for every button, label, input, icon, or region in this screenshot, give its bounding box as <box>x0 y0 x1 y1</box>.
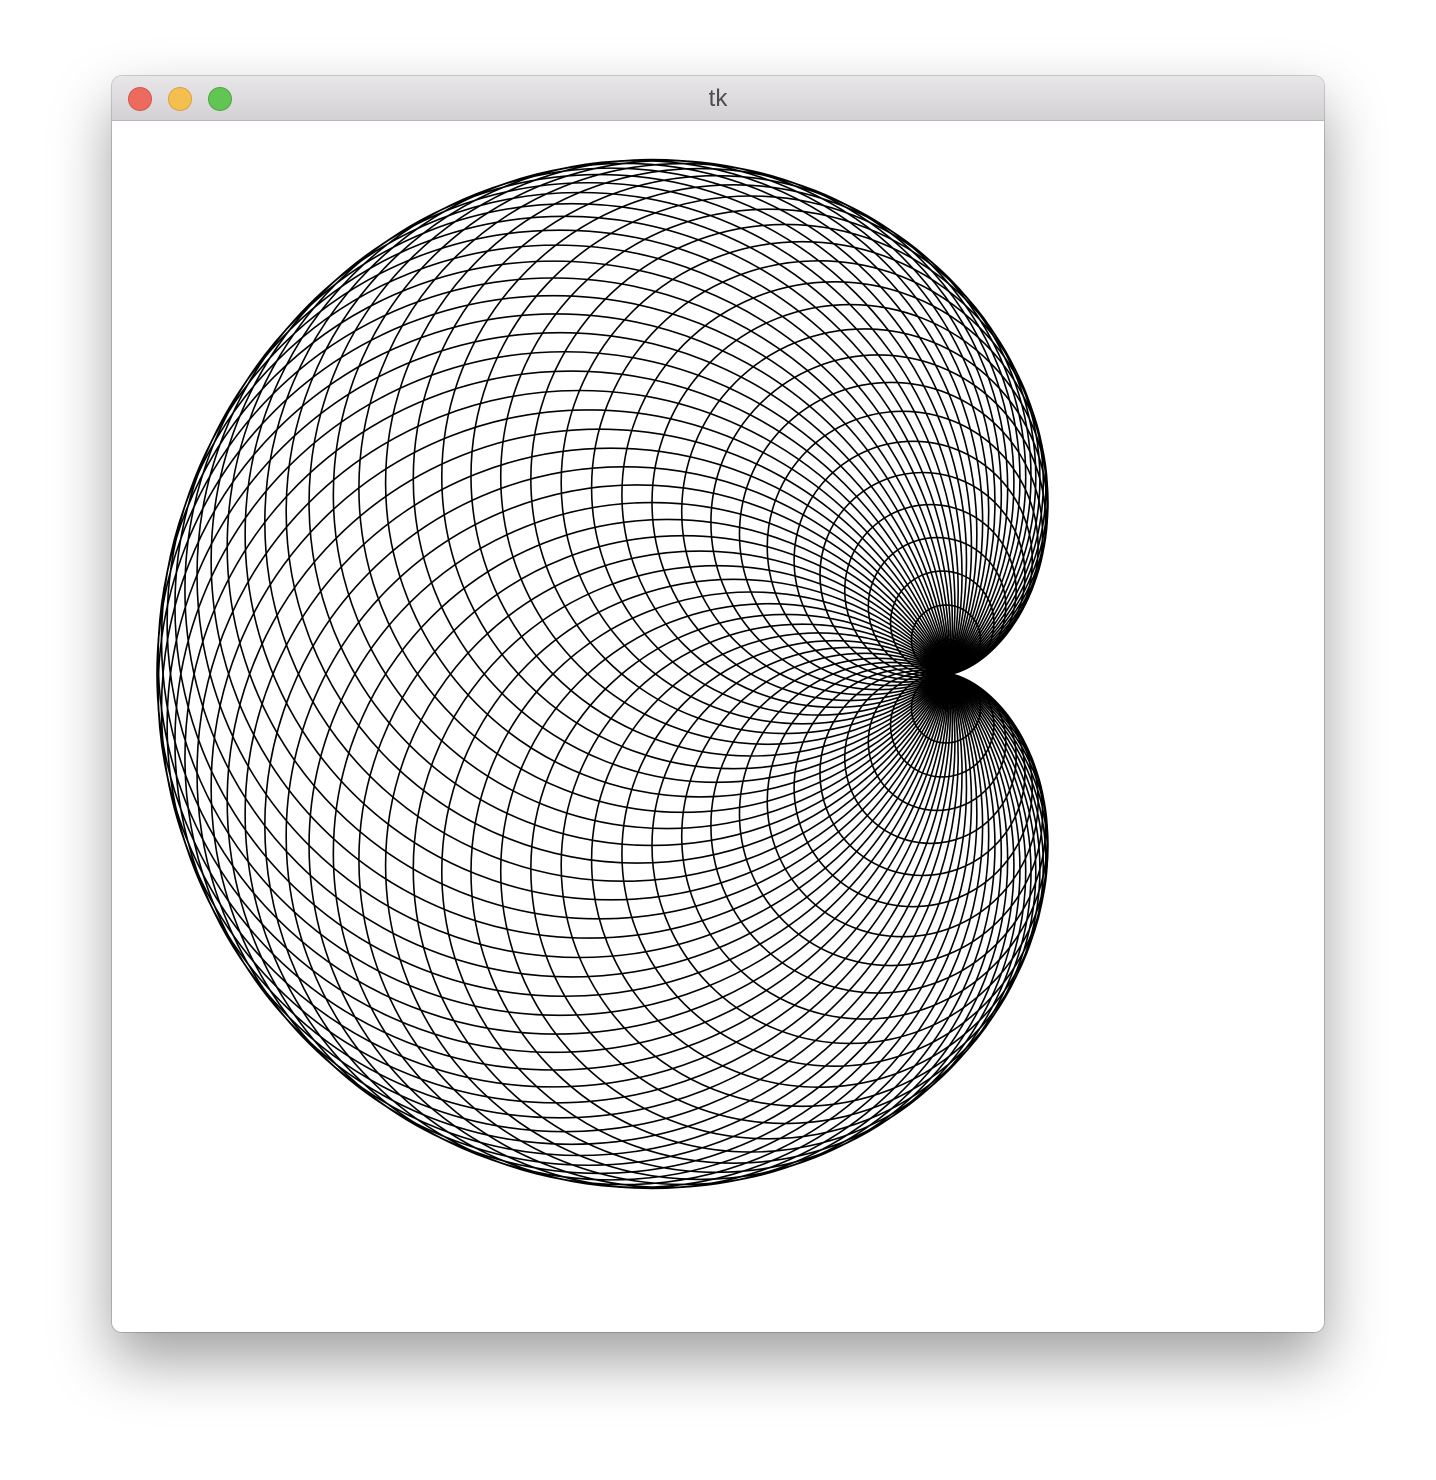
cardioid-circle <box>285 159 990 864</box>
app-window: tk <box>112 76 1324 1332</box>
window-title: tk <box>708 85 728 112</box>
drawing-canvas[interactable] <box>112 121 1324 1332</box>
title-bar[interactable]: tk <box>112 76 1324 121</box>
cardioid-circle <box>285 484 990 1189</box>
cardioid-drawing <box>156 158 1049 1190</box>
